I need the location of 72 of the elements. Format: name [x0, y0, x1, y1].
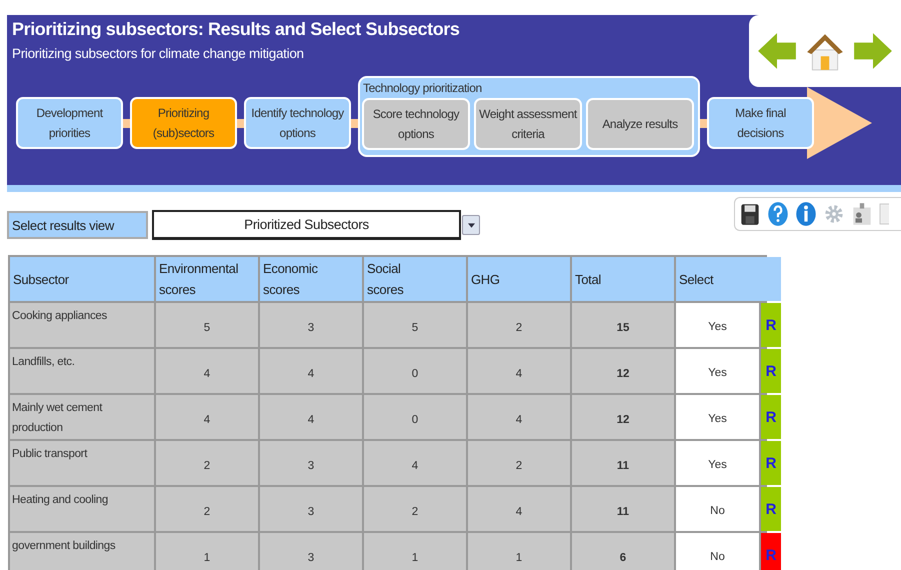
table-cell: 3: [260, 303, 362, 347]
table-cell: 3: [260, 533, 362, 570]
status-flag: R: [761, 441, 781, 485]
table-cell: Public transport: [10, 441, 154, 485]
table-cell: 3: [260, 487, 362, 531]
select-cell[interactable]: No: [676, 533, 759, 570]
table-cell: 2: [156, 487, 258, 531]
status-flag: R: [761, 395, 781, 439]
id-card-icon[interactable]: [851, 201, 873, 227]
help-icon[interactable]: [767, 201, 789, 227]
select-cell[interactable]: Yes: [676, 303, 759, 347]
column-header: Economic scores: [260, 257, 362, 301]
select-cell[interactable]: Yes: [676, 395, 759, 439]
column-header: Environmental scores: [156, 257, 258, 301]
step-tab[interactable]: Prioritizing (sub)sectors: [130, 97, 237, 149]
step-tab[interactable]: Make final decisions: [707, 97, 814, 149]
table-cell: Cooking appliances: [10, 303, 154, 347]
column-header: Social scores: [364, 257, 466, 301]
column-header: Select: [676, 257, 781, 301]
column-header: Subsector: [10, 257, 154, 301]
step-tab[interactable]: Score technology options: [362, 98, 470, 150]
results-view-dropdown[interactable]: Prioritized Subsectors: [152, 210, 461, 240]
table-cell: 12: [572, 395, 674, 439]
status-flag: R: [761, 303, 781, 347]
results-view-label: Select results view: [7, 211, 148, 239]
table-cell: 5: [156, 303, 258, 347]
table-cell: 12: [572, 349, 674, 393]
table-cell: 4: [364, 441, 466, 485]
select-cell[interactable]: No: [676, 487, 759, 531]
table-cell: Landfills, etc.: [10, 349, 154, 393]
table-cell: 2: [156, 441, 258, 485]
step-group-label: Technology prioritization: [362, 80, 483, 97]
table-cell: Heating and cooling: [10, 487, 154, 531]
table-cell: 4: [260, 395, 362, 439]
table-cell: 11: [572, 487, 674, 531]
table-cell: 0: [364, 395, 466, 439]
page-title: Prioritizing subsectors: Results and Select Subsectors: [12, 19, 460, 40]
table-cell: 15: [572, 303, 674, 347]
step-tab[interactable]: Identify technology options: [244, 97, 351, 149]
status-flag: R: [761, 349, 781, 393]
table-cell: 4: [468, 487, 570, 531]
table-cell: 11: [572, 441, 674, 485]
table-cell: 4: [468, 395, 570, 439]
table-cell: 2: [468, 441, 570, 485]
step-tab[interactable]: Analyze results: [586, 98, 694, 150]
caret-icon: [468, 222, 474, 228]
step-tab[interactable]: Development priorities: [16, 97, 123, 149]
info-icon[interactable]: [795, 201, 817, 227]
table-cell: 3: [260, 441, 362, 485]
table-cell: 6: [572, 533, 674, 570]
table-cell: 1: [468, 533, 570, 570]
table-cell: 2: [468, 303, 570, 347]
table-cell: 5: [364, 303, 466, 347]
dropdown-button[interactable]: [462, 215, 480, 235]
table-cell: 4: [156, 349, 258, 393]
step-tab[interactable]: Weight assessment criteria: [474, 98, 582, 150]
table-cell: 4: [468, 349, 570, 393]
table-cell: government buildings: [10, 533, 154, 570]
column-header: GHG: [468, 257, 570, 301]
status-flag: R: [761, 487, 781, 531]
table-cell: 1: [156, 533, 258, 570]
table-cell: Mainly wet cement production: [10, 395, 154, 439]
table-cell: 4: [260, 349, 362, 393]
page-subtitle: Prioritizing subsectors for climate change mitigation: [12, 46, 305, 61]
table-cell: 0: [364, 349, 466, 393]
table-cell: 1: [364, 533, 466, 570]
select-cell[interactable]: Yes: [676, 349, 759, 393]
table-cell: 4: [156, 395, 258, 439]
table-cell: 2: [364, 487, 466, 531]
status-flag: R: [761, 533, 781, 570]
select-cell[interactable]: Yes: [676, 441, 759, 485]
column-header: Total: [572, 257, 674, 301]
